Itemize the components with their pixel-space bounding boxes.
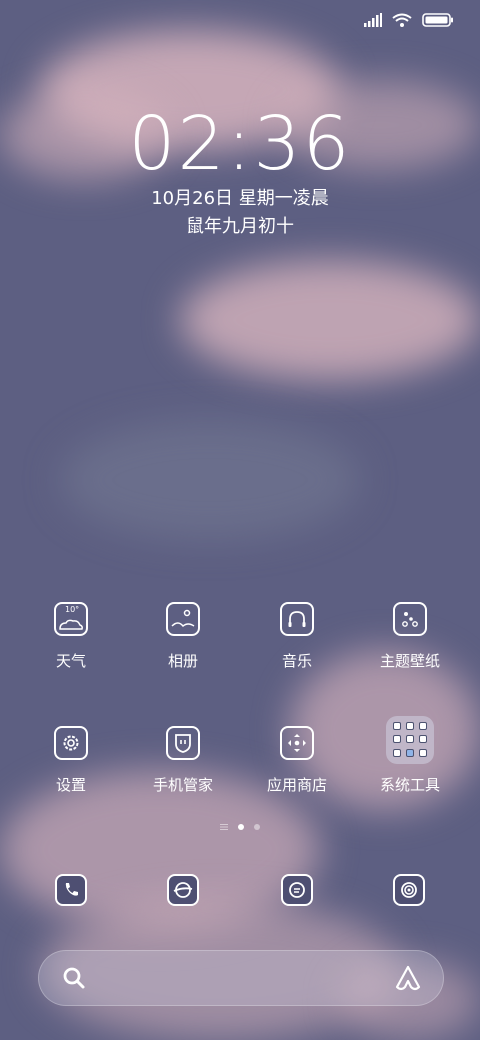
- weather-temp: 10°: [65, 605, 80, 614]
- assistant-icon[interactable]: [393, 963, 423, 993]
- app-label: 手机管家: [152, 776, 213, 794]
- lockscreen-clock: 02:36: [128, 101, 352, 187]
- lunar-date: 鼠年九月初十: [186, 216, 294, 237]
- app-settings[interactable]: 设置: [16, 726, 126, 795]
- status-bar: [364, 8, 454, 32]
- app-themes[interactable]: 主题壁纸: [355, 602, 465, 671]
- page-dot-active[interactable]: [238, 824, 244, 830]
- messages-icon[interactable]: [281, 874, 313, 906]
- security-icon: [166, 726, 200, 760]
- weather-icon: 10°: [54, 602, 88, 636]
- app-weather[interactable]: 10° 天气: [16, 602, 126, 671]
- app-label: 音乐: [281, 652, 312, 670]
- app-label: 天气: [55, 652, 86, 670]
- battery-icon: [422, 13, 453, 27]
- app-label: 主题壁纸: [379, 652, 440, 670]
- app-store[interactable]: 应用商店: [242, 726, 352, 795]
- app-gallery[interactable]: 相册: [128, 602, 238, 671]
- app-label: 系统工具: [379, 776, 440, 794]
- app-label: 相册: [167, 652, 198, 670]
- app-label: 应用商店: [266, 776, 327, 794]
- page-list-icon: [220, 824, 228, 830]
- themes-icon: [393, 602, 427, 636]
- camera-icon[interactable]: [393, 874, 425, 906]
- music-icon: [280, 602, 314, 636]
- folder-icon: [386, 716, 434, 764]
- app-security[interactable]: 手机管家: [128, 726, 238, 795]
- phone-icon[interactable]: [55, 874, 87, 906]
- lockscreen-date: 10月26日 星期一凌晨: [151, 188, 329, 209]
- page-indicator: [0, 824, 480, 830]
- app-label: 设置: [55, 776, 86, 794]
- wifi-icon: [392, 13, 412, 27]
- page-dot[interactable]: [254, 824, 260, 830]
- appstore-icon: [280, 726, 314, 760]
- gallery-icon: [166, 602, 200, 636]
- search-icon[interactable]: [61, 965, 87, 991]
- search-bar[interactable]: [38, 950, 444, 1006]
- app-folder-tools[interactable]: 系统工具: [355, 716, 465, 795]
- browser-icon[interactable]: [167, 874, 199, 906]
- app-music[interactable]: 音乐: [242, 602, 352, 671]
- signal-icon: [364, 13, 382, 27]
- settings-icon: [54, 726, 88, 760]
